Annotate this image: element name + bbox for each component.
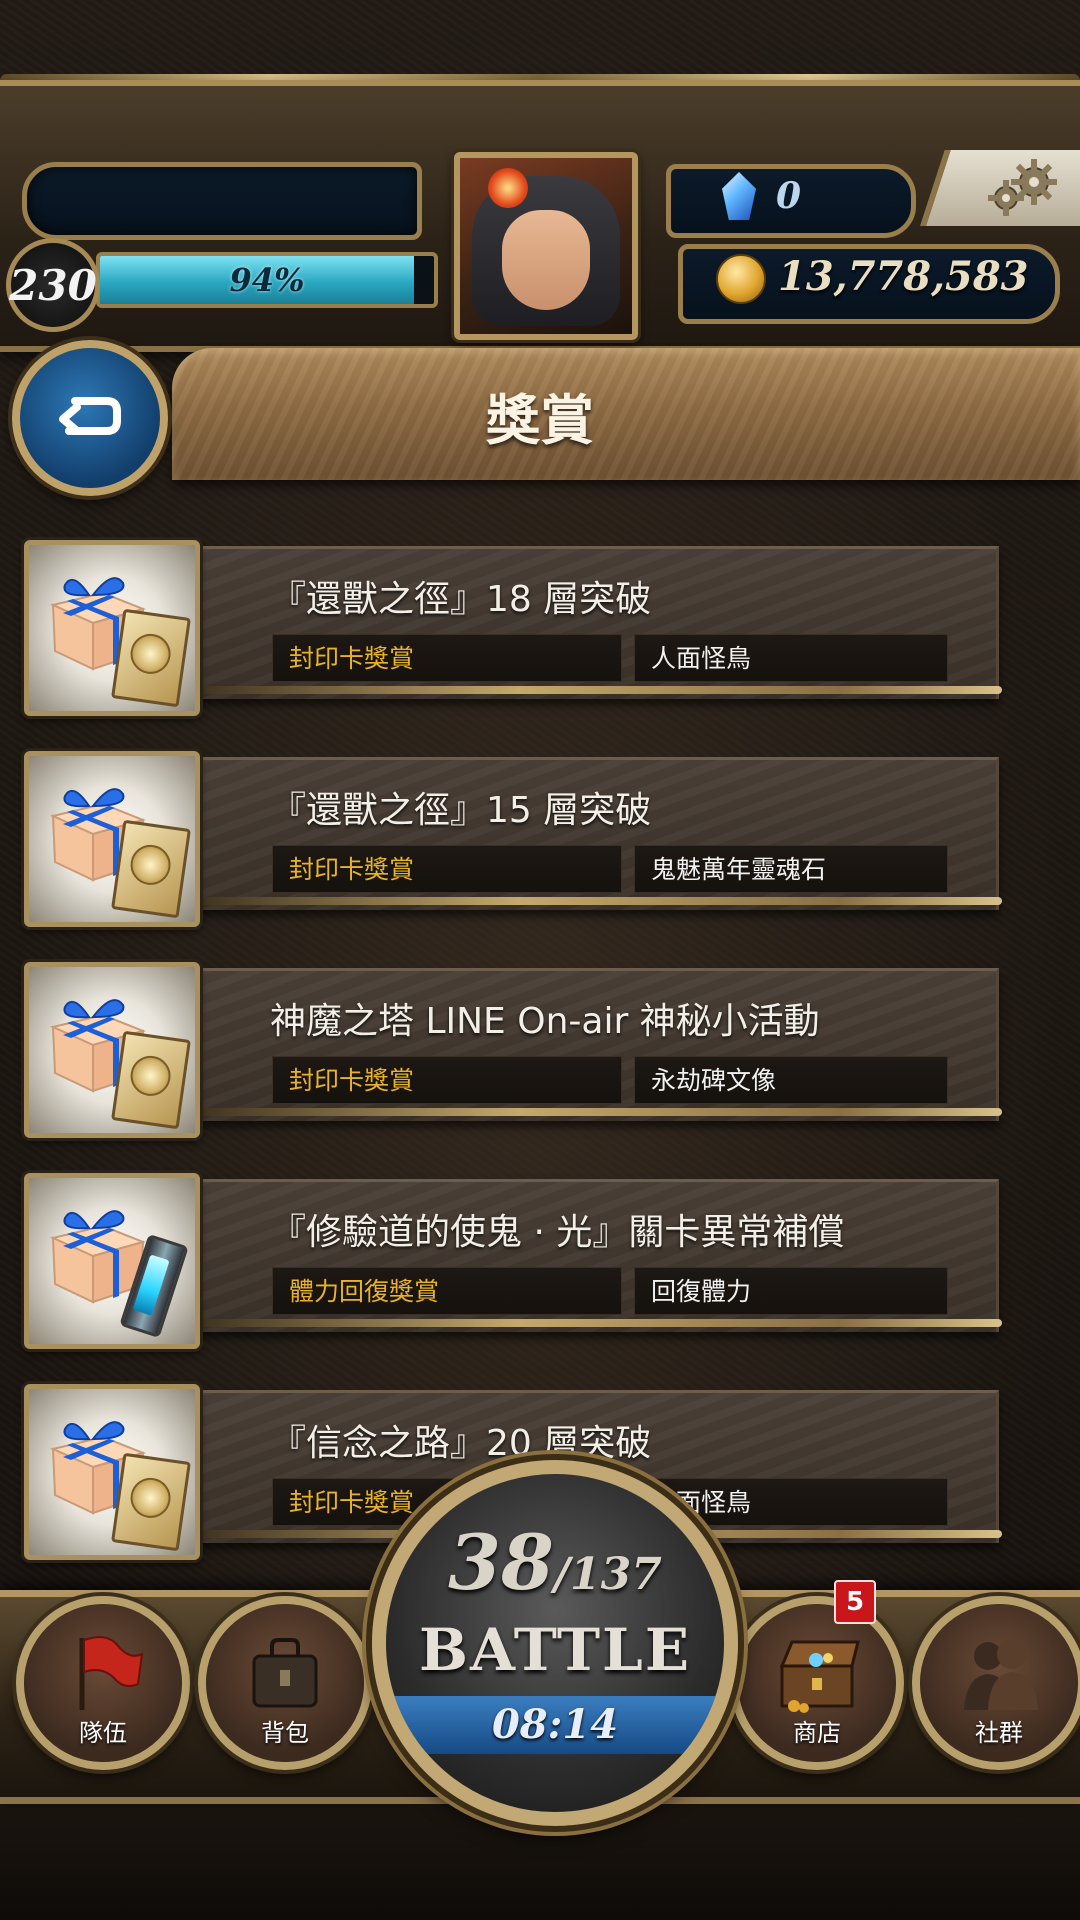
battle-timer: 08:14 (491, 1701, 619, 1748)
reward-icon[interactable] (24, 540, 200, 716)
battle-stamina: 38/137 (386, 1518, 724, 1607)
gear-icon[interactable] (978, 156, 1062, 220)
reward-title: 『還獸之徑』18 層突破 (270, 579, 652, 620)
people-icon (964, 1639, 1038, 1710)
battle-button[interactable]: 38/137 BATTLE 08:14 (372, 1460, 738, 1826)
seal-card-icon (111, 819, 191, 919)
gem-count: 0 (776, 175, 802, 217)
xp-bar: 94% (96, 252, 438, 308)
reward-type: 封印卡獎賞 (272, 1056, 622, 1104)
treasure-chest-icon (779, 1640, 860, 1713)
reward-row[interactable]: 『修驗道的使鬼 · 光』關卡異常補償 體力回復獎賞 回復體力 (0, 1173, 1080, 1349)
reward-item: 永劫碑文像 (634, 1056, 948, 1104)
reward-item: 回復體力 (634, 1267, 948, 1315)
reward-card-trim (196, 897, 1002, 905)
reward-item: 人面怪鳥 (634, 634, 948, 682)
reward-icon[interactable] (24, 1173, 200, 1349)
seal-card-icon (111, 608, 191, 708)
reward-row[interactable]: 『還獸之徑』15 層突破 封印卡獎賞 鬼魅萬年靈魂石 (0, 751, 1080, 927)
shop-notification-badge: 5 (834, 1580, 876, 1624)
nav-team-button[interactable]: 隊伍 (16, 1596, 190, 1770)
back-button[interactable] (12, 340, 168, 496)
battle-label: BATTLE (418, 1616, 692, 1684)
reward-title: 神魔之塔 LINE On-air 神秘小活動 (270, 1001, 820, 1042)
reward-card-trim (196, 686, 1002, 694)
reward-icon[interactable] (24, 962, 200, 1138)
reward-type: 體力回復獎賞 (272, 1267, 622, 1315)
flag-icon (79, 1636, 144, 1710)
reward-row[interactable]: 神魔之塔 LINE On-air 神秘小活動 封印卡獎賞 永劫碑文像 (0, 962, 1080, 1138)
seal-card-icon (111, 1452, 191, 1552)
nav-shop-button[interactable]: 商店 (730, 1596, 904, 1770)
reward-type: 封印卡獎賞 (272, 845, 622, 893)
nav-team-label: 隊伍 (79, 1719, 127, 1747)
page-title: 獎賞 (486, 389, 594, 452)
xp-percent: 94% (229, 261, 305, 299)
player-avatar[interactable] (454, 152, 638, 340)
reward-card-trim (196, 1108, 1002, 1116)
avatar-flower-icon (488, 168, 528, 208)
back-arrow-icon (59, 397, 121, 435)
nav-bag-button[interactable]: 背包 (198, 1596, 372, 1770)
reward-type: 封印卡獎賞 (272, 634, 622, 682)
reward-icon[interactable] (24, 1384, 200, 1560)
nav-social-label: 社群 (975, 1719, 1023, 1747)
bag-icon (252, 1638, 318, 1708)
coin-icon (716, 254, 766, 304)
reward-title: 『還獸之徑』15 層突破 (270, 790, 652, 831)
nav-bag-label: 背包 (261, 1719, 309, 1747)
nav-shop-label: 商店 (793, 1719, 841, 1747)
avatar-face (502, 210, 590, 310)
coin-count: 13,778,583 (778, 253, 1029, 300)
nav-social-button[interactable]: 社群 (912, 1596, 1080, 1770)
reward-row[interactable]: 『還獸之徑』18 層突破 封印卡獎賞 人面怪鳥 (0, 540, 1080, 716)
reward-card-trim (196, 1319, 1002, 1327)
reward-title: 『修驗道的使鬼 · 光』關卡異常補償 (270, 1212, 845, 1253)
player-name-plate (22, 162, 422, 240)
level-badge: 230 (6, 238, 100, 332)
battle-stamina-current: 38 (448, 1518, 554, 1607)
reward-icon[interactable] (24, 751, 200, 927)
seal-card-icon (111, 1030, 191, 1130)
reward-item: 鬼魅萬年靈魂石 (634, 845, 948, 893)
battle-stamina-max: /137 (553, 1549, 662, 1600)
reward-title: 『信念之路』20 層突破 (270, 1423, 652, 1464)
